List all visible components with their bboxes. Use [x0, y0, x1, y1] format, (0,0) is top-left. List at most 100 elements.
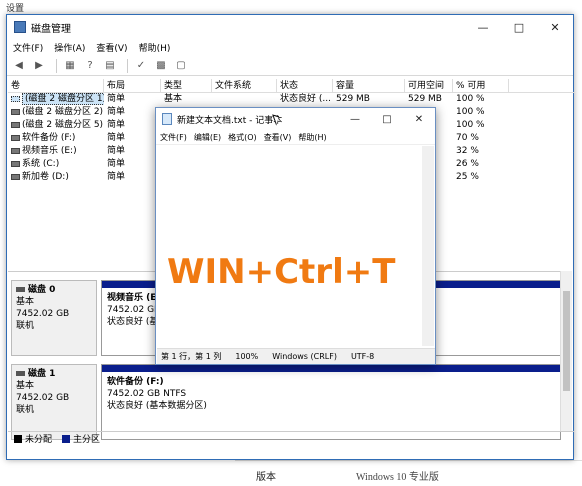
disk-status: 联机: [16, 405, 35, 415]
refresh-icon[interactable]: ▩: [153, 59, 169, 73]
disk-name: 磁盘 1: [28, 369, 56, 379]
status-zoom: 100%: [235, 352, 259, 361]
disk-row[interactable]: 磁盘 1 基本 7452.02 GB 联机 软件备份 (F:) 7452.02 …: [11, 364, 561, 440]
volume-cell: 简单: [107, 133, 126, 143]
volume-cell: 简单: [107, 107, 126, 117]
notepad-text-area[interactable]: [157, 146, 422, 346]
maximize-button[interactable]: □: [501, 15, 537, 39]
notepad-maximize-button[interactable]: □: [371, 108, 403, 130]
back-arrow-icon[interactable]: ◀: [11, 59, 27, 73]
volume-cell: 简单: [107, 159, 126, 169]
volume-cell: 简单: [107, 120, 126, 130]
properties-icon[interactable]: ✓: [133, 59, 149, 73]
col-capacity[interactable]: 容量: [333, 79, 405, 92]
notepad-menu-format[interactable]: 格式(O): [228, 132, 257, 143]
primary-partition-bar: [102, 365, 560, 372]
legend-primary: 主分区: [73, 435, 101, 445]
volume-cell: 基本: [164, 94, 183, 104]
notepad-statusbar: 第 1 行，第 1 列 100% Windows (CRLF) UTF-8: [157, 348, 435, 364]
version-label: 版本: [256, 472, 276, 483]
disk-label[interactable]: 磁盘 0 基本 7452.02 GB 联机: [11, 280, 97, 356]
partition-status: 状态良好 (基本数据分区): [107, 401, 207, 411]
notepad-menu-file[interactable]: 文件(F): [160, 132, 187, 143]
disk-status: 联机: [16, 321, 35, 331]
volume-name-cell: (磁盘 2 磁盘分区 5): [8, 119, 104, 132]
col-layout[interactable]: 布局: [104, 79, 161, 92]
col-type[interactable]: 类型: [161, 79, 212, 92]
notepad-app-icon: [162, 113, 172, 125]
forward-arrow-icon[interactable]: ▶: [31, 59, 47, 73]
volume-name: (磁盘 2 磁盘分区 1): [22, 93, 104, 105]
volume-list-header: 卷 布局 类型 文件系统 状态 容量 可用空间 % 可用: [8, 79, 574, 93]
notepad-minimize-button[interactable]: —: [339, 108, 371, 130]
volume-cell: [212, 93, 277, 106]
shortcut-overlay-text: WIN+Ctrl+T: [167, 252, 396, 292]
volume-name: 系统 (C:): [22, 159, 60, 169]
volume-cell: 简单: [107, 146, 126, 156]
menu-action[interactable]: 操作(A): [54, 41, 85, 54]
rescan-icon[interactable]: ▢: [173, 59, 189, 73]
volume-name: 新加卷 (D:): [22, 172, 69, 182]
volume-cell: 100 %: [456, 94, 485, 104]
window-title: 磁盘管理: [31, 23, 71, 35]
col-status[interactable]: 状态: [277, 79, 333, 92]
volume-cell: 529 MB: [408, 94, 442, 104]
volume-cell: 简单: [107, 94, 126, 104]
volume-name: (磁盘 2 磁盘分区 2): [22, 107, 104, 117]
volume-icon: [11, 173, 20, 180]
status-encoding: UTF-8: [350, 352, 375, 361]
menu-file[interactable]: 文件(F): [13, 41, 43, 54]
notepad-close-button[interactable]: ✕: [403, 108, 435, 130]
volume-cell: 简单: [107, 172, 126, 182]
col-volume[interactable]: 卷: [8, 79, 104, 92]
volume-name: 软件备份 (F:): [22, 133, 76, 143]
disk-size: 7452.02 GB: [16, 393, 70, 403]
volume-row[interactable]: (磁盘 2 磁盘分区 1) 简单 基本 状态良好 (... 529 MB 529 MB 10…: [8, 93, 574, 106]
minimize-button[interactable]: —: [465, 15, 501, 39]
notepad-scrollbar[interactable]: [422, 146, 434, 346]
legend-unallocated: 未分配: [25, 435, 53, 445]
list-view-icon[interactable]: ▤: [102, 59, 118, 73]
scrollbar-thumb[interactable]: [563, 291, 570, 391]
close-button[interactable]: ✕: [537, 15, 573, 39]
col-filesystem[interactable]: 文件系统: [212, 79, 277, 92]
legend-swatch-primary: [62, 434, 71, 443]
notepad-menu-view[interactable]: 查看(V): [264, 132, 292, 143]
disk-type: 基本: [16, 381, 35, 391]
volume-icon: [11, 108, 20, 115]
help-icon[interactable]: ?: [82, 59, 98, 73]
volume-icon: [11, 147, 20, 154]
volume-cell: 26 %: [456, 159, 479, 169]
volume-icon: [11, 134, 20, 141]
volume-icon: [11, 121, 20, 128]
disk-type: 基本: [16, 297, 35, 307]
legend-swatch-unallocated: [14, 434, 22, 443]
show-hide-console-tree-icon[interactable]: ▦: [62, 59, 78, 73]
col-percent-free[interactable]: % 可用: [453, 79, 509, 92]
notepad-titlebar[interactable]: 新建文本文档.txt - 记事本 — □ ✕: [156, 108, 435, 130]
disk-size: 7452.02 GB: [16, 309, 70, 319]
volume-cell: 100 %: [456, 120, 485, 130]
menu-help[interactable]: 帮助(H): [139, 41, 171, 54]
toolbar-separator: [56, 58, 57, 73]
disk-label[interactable]: 磁盘 1 基本 7452.02 GB 联机: [11, 364, 97, 440]
partition-block[interactable]: 软件备份 (F:) 7452.02 GB NTFS 状态良好 (基本数据分区): [101, 364, 561, 440]
partition-name: 软件备份 (F:): [107, 377, 164, 387]
status-line-col: 第 1 行，第 1 列: [161, 352, 222, 361]
notepad-menubar: 文件(F) 编辑(E) 格式(O) 查看(V) 帮助(H): [156, 130, 435, 145]
status-line-ending: Windows (CRLF): [272, 352, 337, 361]
notepad-menu-help[interactable]: 帮助(H): [298, 132, 326, 143]
toolbar: ◀ ▶ ▦ ? ▤ ✓ ▩ ▢: [7, 56, 573, 76]
col-free-space[interactable]: 可用空间: [405, 79, 453, 92]
menu-view[interactable]: 查看(V): [96, 41, 127, 54]
notepad-menu-edit[interactable]: 编辑(E): [194, 132, 221, 143]
settings-title: 设置: [6, 4, 25, 14]
version-value: Windows 10 专业版: [356, 472, 439, 483]
disk-view-scrollbar[interactable]: [560, 271, 572, 431]
volume-cell: 70 %: [456, 133, 479, 143]
disk-management-titlebar[interactable]: 磁盘管理 — □ ✕: [7, 15, 573, 39]
volume-name: (磁盘 2 磁盘分区 5): [22, 120, 104, 130]
volume-name-cell: (磁盘 2 磁盘分区 2): [8, 106, 104, 119]
notepad-window: 新建文本文档.txt - 记事本 — □ ✕ 文件(F) 编辑(E) 格式(O)…: [155, 107, 436, 365]
volume-name-cell: 系统 (C:): [8, 158, 104, 171]
